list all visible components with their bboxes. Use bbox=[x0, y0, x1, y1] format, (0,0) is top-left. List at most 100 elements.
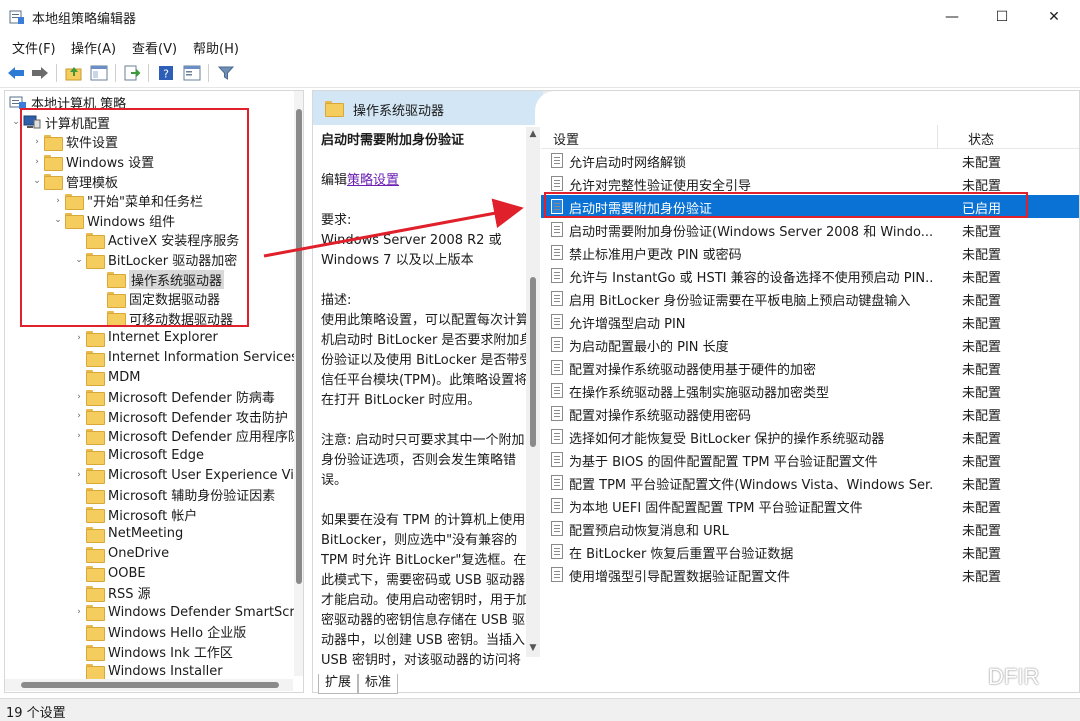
table-row[interactable]: 允许增强型启动 PIN 未配置 bbox=[541, 310, 1079, 333]
folder-icon bbox=[86, 566, 105, 583]
table-row[interactable]: 禁止标准用户更改 PIN 或密码 未配置 bbox=[541, 241, 1079, 264]
up-folder-icon[interactable] bbox=[64, 63, 84, 83]
folder-icon bbox=[325, 101, 344, 117]
watermark: DFIR bbox=[952, 662, 1039, 692]
tree-item[interactable]: › Microsoft Defender 防病毒 bbox=[72, 387, 275, 407]
table-row[interactable]: 在操作系统驱动器上强制实施驱动器加密类型 未配置 bbox=[541, 379, 1079, 402]
collapse-chevron-icon[interactable]: › bbox=[72, 431, 86, 441]
tree-vertical-scrollbar[interactable] bbox=[294, 91, 303, 676]
table-row[interactable]: 启动时需要附加身份验证(Windows Server 2008 和 Windo.… bbox=[541, 218, 1079, 241]
collapse-chevron-icon[interactable]: › bbox=[72, 333, 86, 343]
table-row[interactable]: 配置预启动恢复消息和 URL 未配置 bbox=[541, 517, 1079, 540]
setting-name: 禁止标准用户更改 PIN 或密码 bbox=[569, 248, 742, 263]
folder-icon bbox=[86, 389, 105, 406]
svg-text:?: ? bbox=[163, 68, 169, 81]
menu-view[interactable]: 查看(V) bbox=[132, 38, 177, 57]
table-row[interactable]: 为启动配置最小的 PIN 长度 未配置 bbox=[541, 333, 1079, 356]
setting-state: 未配置 bbox=[962, 547, 1002, 562]
collapse-chevron-icon[interactable]: › bbox=[72, 411, 86, 421]
setting-state: 未配置 bbox=[962, 455, 1002, 470]
show-hide-tree-icon[interactable] bbox=[89, 63, 109, 83]
tree-item[interactable]: OneDrive bbox=[72, 544, 169, 564]
table-row[interactable]: 允许启动时网络解锁 未配置 bbox=[541, 149, 1079, 172]
filter-icon[interactable] bbox=[216, 63, 236, 83]
tree-item[interactable]: › Microsoft Defender 攻击防护 bbox=[72, 407, 288, 427]
menu-help[interactable]: 帮助(H) bbox=[193, 38, 239, 57]
tab-standard[interactable]: 标准 bbox=[358, 674, 399, 694]
column-divider[interactable] bbox=[937, 125, 938, 149]
close-button[interactable]: ✕ bbox=[1030, 0, 1078, 34]
tree-item[interactable]: Microsoft Edge bbox=[72, 446, 204, 466]
tree-item[interactable]: Microsoft 辅助身份验证因素 bbox=[72, 485, 275, 505]
properties-icon[interactable] bbox=[182, 63, 202, 83]
maximize-button[interactable]: ☐ bbox=[978, 0, 1026, 34]
column-header-state[interactable]: 状态 bbox=[968, 129, 994, 148]
tree-item[interactable]: › Microsoft User Experience Vir bbox=[72, 465, 299, 485]
policy-settings-link[interactable]: 策略设置 bbox=[347, 173, 399, 188]
tree-horizontal-scrollbar[interactable] bbox=[5, 679, 293, 691]
tab-extended[interactable]: 扩展 bbox=[318, 674, 359, 694]
policy-setting-icon bbox=[551, 544, 563, 559]
list-header: 设置 状态 bbox=[541, 125, 1079, 149]
tree-item[interactable]: Internet Information Services bbox=[72, 348, 298, 368]
table-row[interactable]: 配置 TPM 平台验证配置文件(Windows Vista、Windows Se… bbox=[541, 471, 1079, 494]
table-row[interactable]: 选择如何才能恢复受 BitLocker 保护的操作系统驱动器 未配置 bbox=[541, 425, 1079, 448]
collapse-chevron-icon[interactable]: › bbox=[72, 392, 86, 402]
table-row[interactable]: 配置对操作系统驱动器使用基于硬件的加密 未配置 bbox=[541, 356, 1079, 379]
minimize-button[interactable]: — bbox=[928, 0, 976, 34]
collapse-chevron-icon[interactable]: › bbox=[72, 607, 86, 617]
menu-file[interactable]: 文件(F) bbox=[12, 38, 56, 57]
setting-name: 配置对操作系统驱动器使用密码 bbox=[569, 409, 752, 424]
setting-name: 允许与 InstantGo 或 HSTI 兼容的设备选择不使用预启动 PIN..… bbox=[569, 271, 934, 286]
forward-arrow-icon[interactable] bbox=[30, 63, 50, 83]
tree-item[interactable]: MDM bbox=[72, 367, 140, 387]
collapse-chevron-icon[interactable]: › bbox=[72, 470, 86, 480]
tree-item[interactable]: NetMeeting bbox=[72, 524, 183, 544]
tree-item[interactable]: › Internet Explorer bbox=[72, 328, 218, 348]
scrollbar-thumb[interactable] bbox=[21, 682, 279, 688]
tree-item[interactable]: OOBE bbox=[72, 563, 146, 583]
menu-action[interactable]: 操作(A) bbox=[71, 38, 116, 57]
back-arrow-icon[interactable] bbox=[6, 63, 26, 83]
table-row[interactable]: 为基于 BIOS 的固件配置配置 TPM 平台验证配置文件 未配置 bbox=[541, 448, 1079, 471]
help-icon[interactable]: ? bbox=[156, 63, 176, 83]
tree-item[interactable]: › Windows Defender SmartScre bbox=[72, 603, 303, 623]
policy-editor-app-icon bbox=[9, 10, 24, 24]
scrollbar-thumb[interactable] bbox=[296, 109, 302, 584]
setting-state: 未配置 bbox=[962, 363, 1002, 378]
setting-name: 允许启动时网络解锁 bbox=[569, 156, 687, 171]
tree-item[interactable]: Windows Ink 工作区 bbox=[72, 642, 233, 662]
policy-setting-icon bbox=[551, 406, 563, 421]
table-row[interactable]: 使用增强型引导配置数据验证配置文件 未配置 bbox=[541, 563, 1079, 586]
table-row[interactable]: 允许与 InstantGo 或 HSTI 兼容的设备选择不使用预启动 PIN..… bbox=[541, 264, 1079, 287]
policy-setting-icon bbox=[551, 521, 563, 536]
table-row[interactable]: 为本地 UEFI 固件配置配置 TPM 平台验证配置文件 未配置 bbox=[541, 494, 1079, 517]
tree-item[interactable]: › Microsoft Defender 应用程序防 bbox=[72, 426, 301, 446]
description-scrollbar[interactable]: ▲ ▼ bbox=[526, 127, 540, 657]
description-pane: 启动时需要附加身份验证 编辑策略设置 要求: Windows Server 200… bbox=[313, 125, 541, 670]
tree-item[interactable]: Microsoft 帐户 bbox=[72, 505, 197, 525]
export-list-icon[interactable] bbox=[122, 63, 142, 83]
title-bar: 本地组策略编辑器 — ☐ ✕ bbox=[0, 0, 1080, 34]
scrollbar-thumb[interactable] bbox=[530, 277, 536, 447]
description-block: 描述: 使用此策略设置，可以配置每次计算机启动时 BitLocker 是否要求附加… bbox=[321, 291, 533, 411]
tree-item-label: Microsoft User Experience Vir bbox=[108, 467, 300, 483]
scroll-down-icon[interactable]: ▼ bbox=[527, 643, 539, 653]
setting-name: 选择如何才能恢复受 BitLocker 保护的操作系统驱动器 bbox=[569, 432, 885, 447]
setting-state: 未配置 bbox=[962, 340, 1002, 355]
table-row[interactable]: 在 BitLocker 恢复后重置平台验证数据 未配置 bbox=[541, 540, 1079, 563]
setting-name: 为基于 BIOS 的固件配置配置 TPM 平台验证配置文件 bbox=[569, 455, 878, 470]
table-row[interactable]: 配置对操作系统驱动器使用密码 未配置 bbox=[541, 402, 1079, 425]
toolbar-separator bbox=[148, 64, 149, 82]
column-header-setting[interactable]: 设置 bbox=[553, 129, 579, 148]
tree-item-label: MDM bbox=[108, 369, 141, 385]
tree-item[interactable]: Windows Hello 企业版 bbox=[72, 622, 246, 642]
requirements-text: Windows Server 2008 R2 或 Windows 7 以及以上版… bbox=[321, 233, 506, 268]
folder-icon bbox=[86, 644, 105, 661]
scroll-up-icon[interactable]: ▲ bbox=[527, 129, 539, 139]
tree-item[interactable]: RSS 源 bbox=[72, 583, 151, 603]
table-row[interactable]: 启用 BitLocker 身份验证需要在平板电脑上预启动键盘输入 未配置 bbox=[541, 287, 1079, 310]
setting-state: 未配置 bbox=[962, 432, 1002, 447]
menu-bar: 文件(F) 操作(A) 查看(V) 帮助(H) bbox=[0, 34, 1080, 58]
setting-name: 使用增强型引导配置数据验证配置文件 bbox=[569, 570, 791, 585]
